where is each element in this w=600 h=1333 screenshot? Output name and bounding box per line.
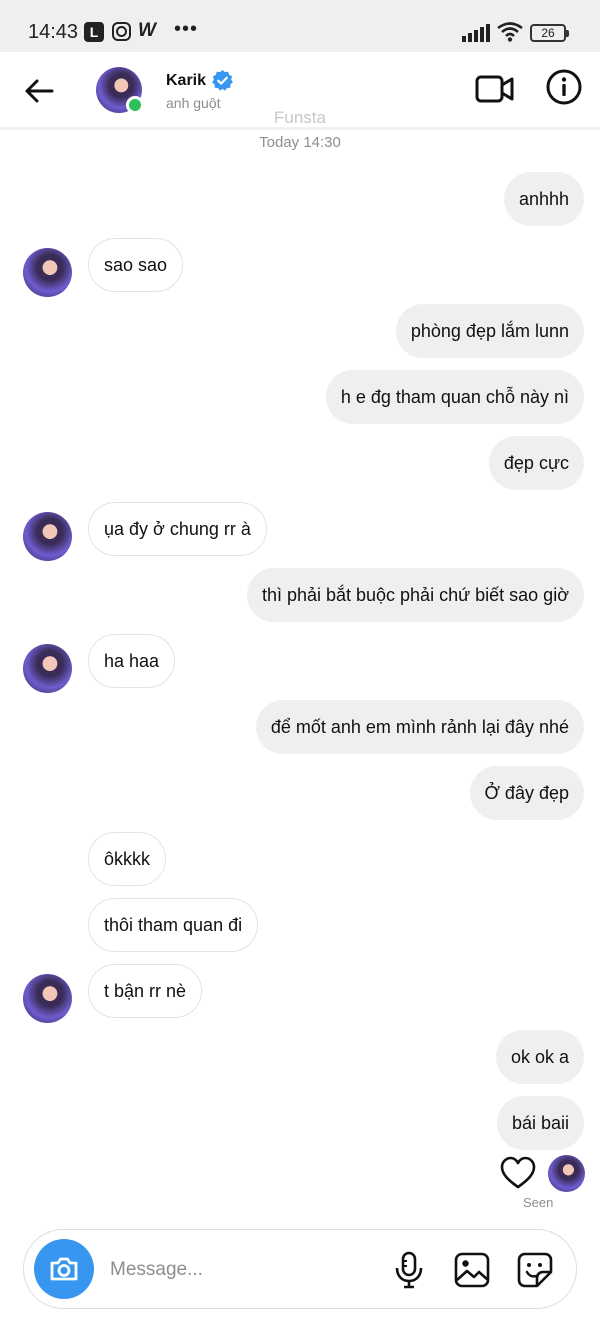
message-sent[interactable]: bái baii xyxy=(496,1096,584,1150)
message-sent[interactable]: thì phải bắt buộc phải chứ biết sao giờ xyxy=(246,568,584,622)
message-sent[interactable]: phòng đẹp lắm lunn xyxy=(395,304,584,358)
message-avatar[interactable] xyxy=(23,644,72,693)
message-sent[interactable]: đẹp cực xyxy=(488,436,584,490)
status-time: 14:43 xyxy=(28,21,79,43)
seen-label: Seen xyxy=(523,1195,554,1210)
battery-level: 26 xyxy=(541,26,555,40)
camera-icon xyxy=(50,1257,78,1281)
message-input[interactable] xyxy=(110,1250,370,1290)
message-received[interactable]: sao sao xyxy=(88,238,184,292)
wifi-icon xyxy=(497,22,523,42)
chat-header: Karik anh guột Funsta xyxy=(0,52,600,130)
message-composer xyxy=(23,1229,577,1309)
instagram-icon xyxy=(112,22,131,41)
sticker-icon[interactable] xyxy=(516,1251,554,1289)
message-sent[interactable]: để mốt anh em mình rảnh lại đây nhé xyxy=(255,700,584,754)
message-received[interactable]: ha haa xyxy=(88,634,176,688)
header-divider xyxy=(0,127,600,130)
heart-icon[interactable] xyxy=(500,1156,536,1190)
chat-timestamp: Today 14:30 xyxy=(259,134,341,151)
w-app-icon: W xyxy=(138,20,156,41)
message-received[interactable]: t bận rr nè xyxy=(88,964,203,1018)
message-avatar[interactable] xyxy=(23,512,72,561)
message-sent[interactable]: Ở đây đẹp xyxy=(469,766,584,820)
video-call-icon[interactable] xyxy=(474,69,516,109)
message-received[interactable]: ôkkkk xyxy=(88,832,167,886)
message-sent[interactable]: h e đg tham quan chỗ này nì xyxy=(325,370,584,424)
message-avatar[interactable] xyxy=(23,248,72,297)
message-received[interactable]: thôi tham quan đi xyxy=(88,898,259,952)
back-arrow-icon[interactable] xyxy=(22,74,56,108)
l-app-icon: L xyxy=(84,22,104,42)
info-icon[interactable] xyxy=(545,68,583,106)
chat-screen: 14:43 L W ••• 26 Karik anh guột Funsta T… xyxy=(0,0,600,1333)
battery-icon: 26 xyxy=(530,24,569,42)
message-sent[interactable]: ok ok a xyxy=(495,1030,584,1084)
contact-name[interactable]: Karik xyxy=(166,72,206,90)
camera-button[interactable] xyxy=(34,1239,94,1299)
status-bar: 14:43 L W ••• 26 xyxy=(0,0,600,52)
seen-avatar xyxy=(548,1155,585,1192)
more-dots-icon: ••• xyxy=(174,18,199,40)
microphone-icon[interactable] xyxy=(394,1251,424,1289)
message-sent[interactable]: anhhh xyxy=(503,172,584,226)
message-avatar[interactable] xyxy=(23,974,72,1023)
verified-badge-icon xyxy=(212,69,233,91)
signal-icon xyxy=(462,24,490,42)
gallery-icon[interactable] xyxy=(454,1252,490,1288)
message-received[interactable]: ụa đy ở chung rr à xyxy=(88,502,267,556)
watermark-text: Funsta xyxy=(274,108,326,127)
